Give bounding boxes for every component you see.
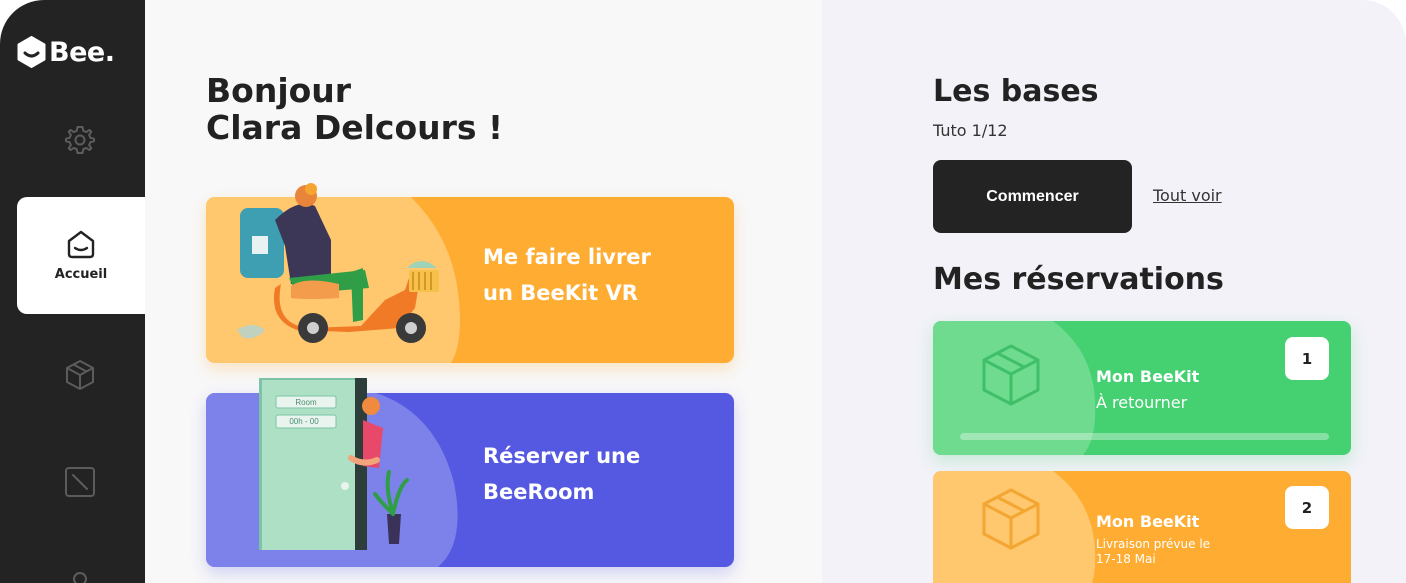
user-icon [73,572,87,583]
see-all-link[interactable]: Tout voir [1153,186,1222,205]
reservations-title: Mes réservations [933,262,1224,297]
page-title: Bonjour Clara Delcours ! [206,72,503,146]
home-icon [67,230,95,259]
reservation-title: Mon BeeKit [1096,512,1200,531]
door-illustration: Room 00h - 00 [259,378,409,550]
gear-icon [65,126,95,154]
slash-square-icon [65,467,95,497]
sidebar-item-label: Accueil [54,267,108,282]
cube-icon [66,360,94,390]
delivery-card-title: Me faire livrer un BeeKit VR [483,245,651,305]
reservation-status: À retourner [1096,393,1188,412]
scooter-illustration [237,183,439,343]
reservation-progress-bar [960,433,1329,440]
room-card-title: Réserver une BeeRoom [483,444,641,504]
door-sign-hours: 00h - 00 [289,417,319,426]
sidebar-item-accueil[interactable]: Accueil [17,197,145,314]
logo-text: Bee. [49,36,115,68]
reservation-title: Mon BeeKit [1096,367,1200,386]
profile-nav[interactable] [62,565,98,583]
reservation-number-badge: 2 [1285,486,1329,529]
settings-nav[interactable] [62,122,98,158]
kits-nav[interactable] [62,357,98,393]
sidebar: Bee. Accueil [0,0,145,583]
bases-title: Les bases [933,74,1099,109]
bee-logo-icon [17,36,46,68]
reservation-card-1[interactable]: Mon BeeKit À retourner 1 [933,321,1351,455]
logo[interactable]: Bee. [17,36,115,68]
start-button[interactable]: Commencer [933,160,1132,233]
reservation-number-badge: 1 [1285,337,1329,380]
right-panel: Les bases Tuto 1/12 Commencer Tout voir … [822,0,1406,583]
door-sign-room: Room [295,398,317,407]
tuto-progress: Tuto 1/12 [933,121,1008,140]
main-content: Bonjour Clara Delcours ! Me faire livrer… [145,0,822,583]
reservation-card-2[interactable]: Mon BeeKit Livraison prévue le 17-18 Mai… [933,471,1351,583]
greeting-line-2: Clara Delcours ! [206,108,504,147]
reservation-delivery-info: Livraison prévue le 17-18 Mai [1096,537,1211,566]
rooms-nav[interactable] [62,464,98,500]
greeting-line-1: Bonjour [206,71,352,110]
app-window: Bee. Accueil Bonjour Clara Delcours ! Me… [0,0,1406,583]
